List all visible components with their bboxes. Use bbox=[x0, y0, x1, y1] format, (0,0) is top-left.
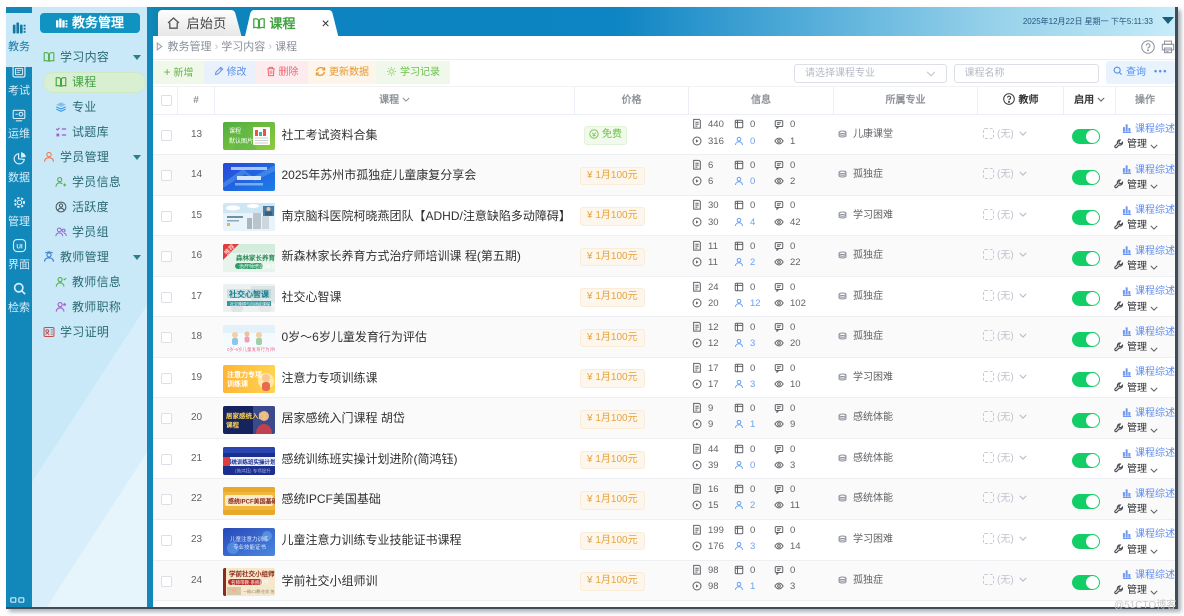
svg-text:社交障碍与自闭症课程 全新模块重磅: 社交障碍与自闭症课程 全新模块重磅 bbox=[230, 301, 275, 307]
svg-text:名师带教·系统教学: 名师带教·系统教学 bbox=[231, 579, 269, 586]
svg-text:0岁-6岁儿童发育行为评估: 0岁-6岁儿童发育行为评估 bbox=[227, 346, 275, 353]
svg-text:感统训练班实操计划进阶: 感统训练班实操计划进阶 bbox=[226, 458, 275, 466]
svg-text:治疗师培训(第五期): 治疗师培训(第五期) bbox=[239, 263, 275, 270]
svg-text:儿童注意力训练: 儿童注意力训练 bbox=[230, 535, 269, 543]
svg-text:居家感统入门: 居家感统入门 bbox=[226, 411, 266, 420]
svg-text:UI: UI bbox=[16, 243, 23, 250]
svg-text:课程: 课程 bbox=[229, 127, 241, 135]
svg-text:注意力专项: 注意力专项 bbox=[227, 370, 262, 379]
svg-text:默认图片: 默认图片 bbox=[229, 137, 253, 145]
svg-text:社交心智课: 社交心智课 bbox=[228, 289, 270, 299]
svg-text:森林家长养育方式: 森林家长养育方式 bbox=[236, 253, 275, 262]
svg-text:一概/口覆/往前 独立成长: 一概/口覆/往前 独立成长 bbox=[243, 588, 275, 594]
svg-text:训练课: 训练课 bbox=[227, 379, 249, 388]
svg-text:感统IPCF美国基础: 感统IPCF美国基础 bbox=[228, 498, 275, 506]
svg-text:(简鸿钰) 专项提升: (简鸿钰) 专项提升 bbox=[235, 467, 271, 474]
svg-text:专业技能证书: 专业技能证书 bbox=[233, 543, 267, 551]
svg-text:课程: 课程 bbox=[226, 420, 240, 429]
svg-text:学前社交小组师训: 学前社交小组师训 bbox=[229, 569, 275, 578]
